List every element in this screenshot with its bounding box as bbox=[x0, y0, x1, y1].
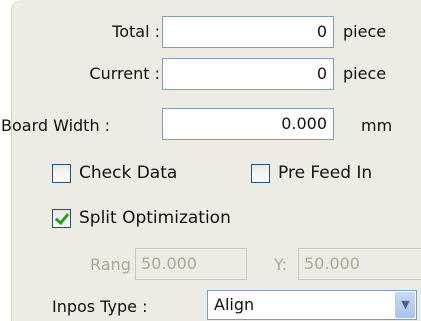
board-width-label: Board Width : bbox=[1, 116, 111, 135]
check-data-checkbox[interactable]: Check Data bbox=[52, 163, 177, 183]
current-unit: piece bbox=[343, 64, 387, 83]
board-width-unit: mm bbox=[361, 116, 393, 135]
total-label: Total : bbox=[112, 22, 160, 41]
y-field[interactable]: 50.000 bbox=[298, 248, 421, 280]
rang-label: Rang bbox=[90, 255, 131, 274]
pre-feed-in-checkbox[interactable]: Pre Feed In bbox=[251, 163, 372, 183]
board-width-field[interactable]: 0.000 bbox=[162, 108, 334, 140]
inpos-type-select[interactable]: Align ▼ bbox=[207, 290, 417, 320]
inpos-type-label: Inpos Type : bbox=[52, 297, 148, 316]
total-field[interactable]: 0 bbox=[162, 16, 334, 48]
pre-feed-in-label: Pre Feed In bbox=[278, 163, 373, 183]
rang-field[interactable]: 50.000 bbox=[135, 248, 247, 280]
y-label: Y: bbox=[274, 255, 288, 274]
inpos-type-value: Align bbox=[214, 295, 255, 314]
pre-feed-in-box[interactable] bbox=[251, 163, 270, 183]
total-unit: piece bbox=[343, 22, 387, 41]
chevron-down-icon[interactable]: ▼ bbox=[395, 292, 415, 318]
checkmark-icon[interactable] bbox=[52, 208, 71, 228]
check-data-box[interactable] bbox=[52, 163, 71, 183]
settings-panel: Total : 0 piece Current : 0 piece Board … bbox=[1, 0, 421, 321]
split-optimization-label: Split Optimization bbox=[79, 208, 231, 228]
check-data-label: Check Data bbox=[79, 163, 178, 183]
split-optimization-checkbox[interactable]: Split Optimization bbox=[52, 208, 231, 228]
current-field[interactable]: 0 bbox=[162, 58, 334, 90]
current-label: Current : bbox=[89, 64, 160, 83]
